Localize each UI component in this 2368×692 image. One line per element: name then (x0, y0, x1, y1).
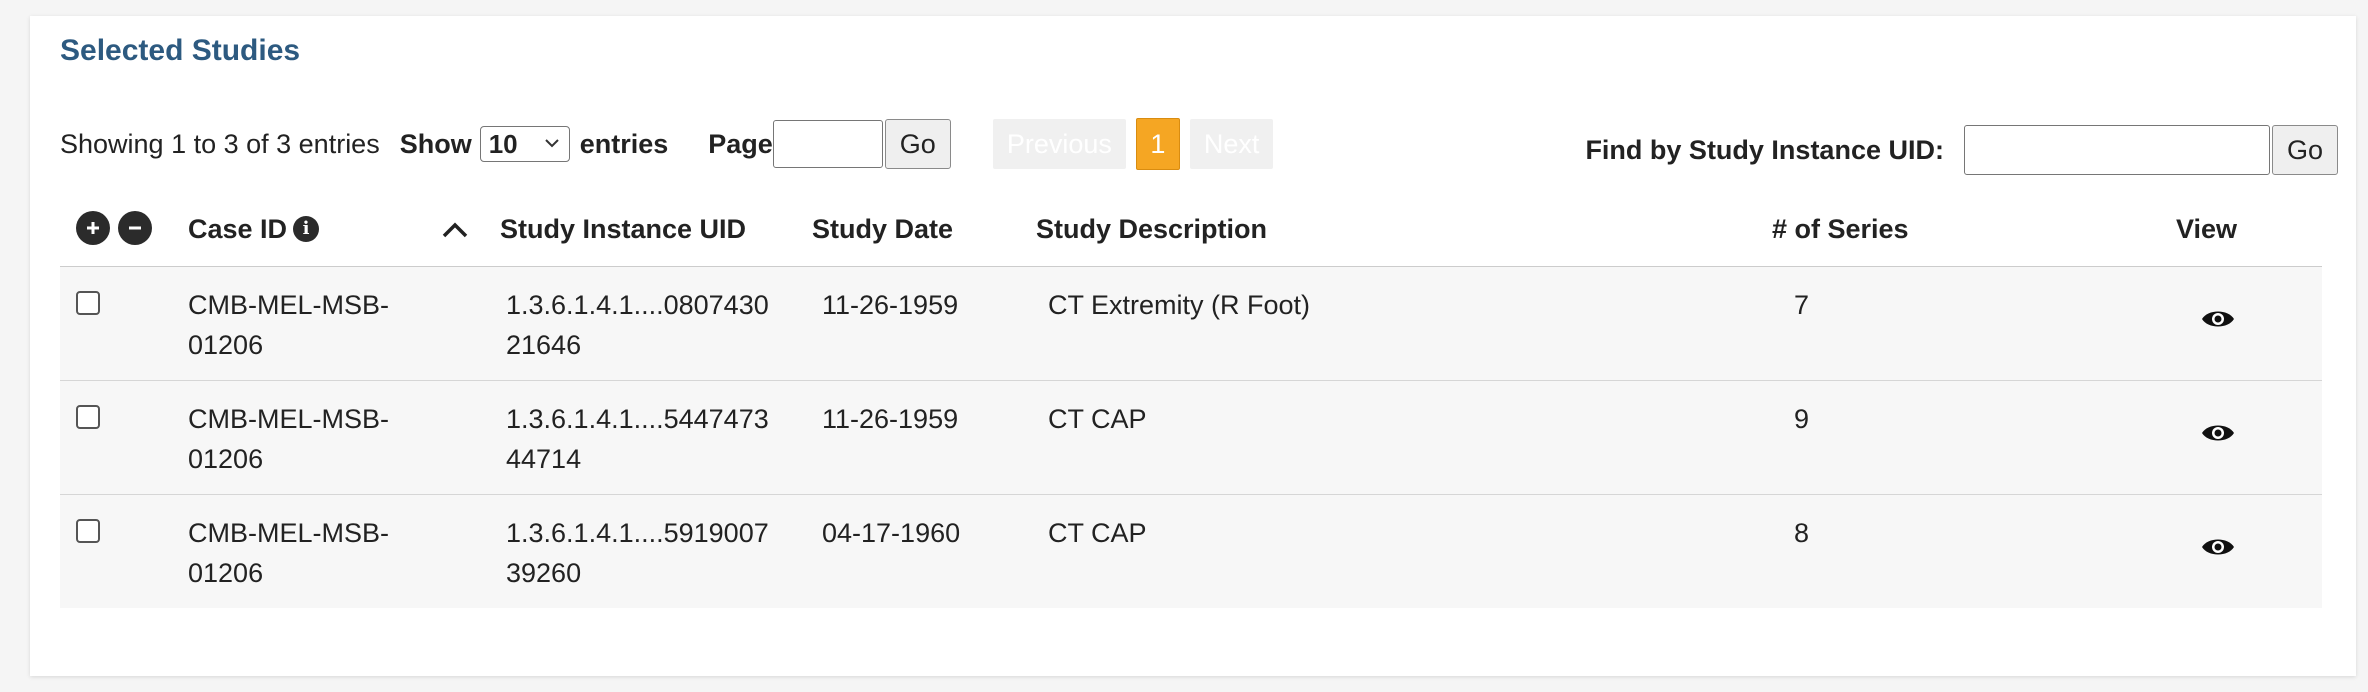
case-id-cell: CMB-MEL-MSB- 01206 (188, 285, 389, 365)
study-date-cell: 04-17-1960 (822, 518, 961, 548)
table-header: Case ID i Study Instance UID Study Date S… (60, 200, 2322, 267)
eye-icon[interactable] (2200, 419, 2236, 447)
table-row: CMB-MEL-MSB- 01206 1.3.6.1.4.1....080743… (60, 267, 2322, 381)
series-count-cell: 7 (1794, 290, 1810, 320)
uid-cell: 1.3.6.1.4.1....0807430 21646 (506, 285, 769, 365)
show-label: Show (399, 128, 472, 159)
study-date-cell: 11-26-1959 (822, 404, 959, 434)
entries-per-page-select[interactable]: 10 (479, 126, 570, 162)
case-id-line: 01206 (188, 558, 264, 588)
table-controls: Showing 1 to 3 of 3 entries Show 10 entr… (60, 116, 1274, 172)
entries-info: Showing 1 to 3 of 3 entries (60, 128, 380, 159)
column-header-case-id[interactable]: Case ID i (188, 214, 320, 245)
find-by-uid: Find by Study Instance UID: Go (1585, 124, 2338, 176)
case-id-line: CMB-MEL-MSB- (188, 290, 389, 320)
page-go-button[interactable]: Go (884, 119, 951, 169)
eye-icon[interactable] (2200, 533, 2236, 561)
column-header-series-count[interactable]: # of Series (1772, 214, 1909, 245)
case-id-line: CMB-MEL-MSB- (188, 518, 389, 548)
column-header-study-instance-uid[interactable]: Study Instance UID (500, 214, 746, 245)
column-header-study-description[interactable]: Study Description (1036, 214, 1267, 245)
chevron-down-icon (544, 139, 559, 148)
study-description-cell: CT Extremity (R Foot) (1048, 290, 1311, 320)
study-description-cell: CT CAP (1048, 404, 1147, 434)
column-header-view: View (2176, 214, 2238, 244)
case-id-cell: CMB-MEL-MSB- 01206 (188, 513, 389, 593)
plus-circle-icon[interactable] (76, 211, 110, 245)
series-count-cell: 8 (1794, 518, 1810, 548)
case-id-header-label: Case ID (188, 214, 288, 244)
find-by-uid-input[interactable] (1963, 125, 2270, 175)
uid-line: 44714 (506, 444, 582, 474)
chevron-up-icon[interactable] (440, 218, 470, 242)
entries-per-page-value: 10 (488, 128, 518, 159)
pagination: Previous 1 Next (992, 118, 1274, 170)
uid-line: 1.3.6.1.4.1....0807430 (506, 290, 769, 320)
series-count-cell: 9 (1794, 404, 1810, 434)
uid-line: 39260 (506, 558, 582, 588)
current-page-button[interactable]: 1 (1135, 118, 1180, 170)
info-icon[interactable]: i (293, 215, 320, 242)
case-id-line: 01206 (188, 330, 264, 360)
panel-title: Selected Studies (60, 34, 301, 67)
find-by-uid-label: Find by Study Instance UID: (1585, 134, 1944, 165)
uid-line: 21646 (506, 330, 582, 360)
studies-table: Case ID i Study Instance UID Study Date S… (60, 200, 2322, 608)
case-id-line: CMB-MEL-MSB- (188, 404, 389, 434)
row-select-checkbox[interactable] (76, 291, 100, 315)
page-label: Page (708, 128, 773, 159)
case-id-cell: CMB-MEL-MSB- 01206 (188, 399, 389, 479)
row-select-checkbox[interactable] (76, 405, 100, 429)
page-number-input[interactable] (772, 120, 883, 168)
uid-line: 1.3.6.1.4.1....5919007 (506, 518, 769, 548)
eye-icon[interactable] (2200, 305, 2236, 333)
table-row: CMB-MEL-MSB- 01206 1.3.6.1.4.1....544747… (60, 381, 2322, 495)
table-row: CMB-MEL-MSB- 01206 1.3.6.1.4.1....591900… (60, 495, 2322, 608)
study-date-cell: 11-26-1959 (822, 290, 959, 320)
case-id-line: 01206 (188, 444, 264, 474)
entries-label: entries (579, 128, 669, 159)
study-description-cell: CT CAP (1048, 518, 1147, 548)
row-select-checkbox[interactable] (76, 519, 100, 543)
minus-circle-icon[interactable] (118, 211, 152, 245)
column-header-study-date[interactable]: Study Date (812, 214, 953, 245)
next-page-button[interactable]: Next (1189, 119, 1274, 169)
uid-cell: 1.3.6.1.4.1....5447473 44714 (506, 399, 769, 479)
previous-page-button[interactable]: Previous (992, 119, 1126, 169)
uid-line: 1.3.6.1.4.1....5447473 (506, 404, 769, 434)
uid-cell: 1.3.6.1.4.1....5919007 39260 (506, 513, 769, 593)
find-go-button[interactable]: Go (2271, 125, 2338, 175)
